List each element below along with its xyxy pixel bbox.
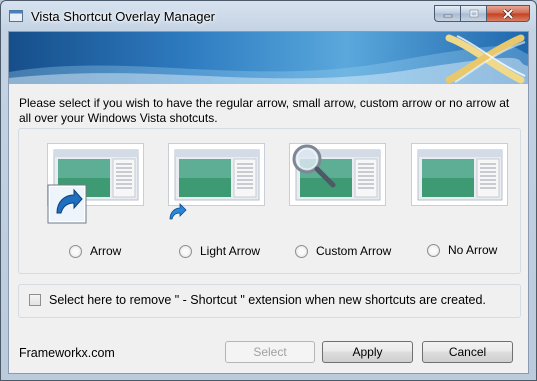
option-custom-arrow[interactable] bbox=[289, 143, 387, 234]
arrow-options-group: Arrow Light Arrow Custom Arrow No Arrow bbox=[18, 128, 521, 274]
dialog-window: Vista Shortcut Overlay Manager Please se… bbox=[0, 0, 537, 381]
header-banner bbox=[9, 32, 528, 84]
close-button[interactable] bbox=[486, 5, 530, 22]
maximize-button[interactable] bbox=[460, 5, 486, 22]
cancel-button[interactable]: Cancel bbox=[422, 341, 513, 363]
title-bar[interactable]: Vista Shortcut Overlay Manager bbox=[1, 1, 536, 31]
arrow-preview-thumbnail[interactable] bbox=[47, 143, 144, 229]
instructions-text: Please select if you wish to have the re… bbox=[19, 96, 510, 125]
dialog-client-area: Please select if you wish to have the re… bbox=[8, 31, 529, 374]
select-button[interactable]: Select bbox=[225, 341, 315, 363]
radio-button-light-arrow[interactable] bbox=[179, 244, 192, 258]
framework-logo-icon bbox=[445, 34, 526, 84]
arrow-icon bbox=[47, 184, 87, 224]
radio-label-no-arrow: No Arrow bbox=[448, 243, 498, 257]
no-arrow-preview-thumbnail[interactable] bbox=[411, 143, 508, 229]
light-arrow-icon bbox=[169, 203, 187, 220]
remove-extension-checkbox[interactable] bbox=[29, 294, 41, 306]
app-icon bbox=[9, 10, 23, 22]
close-icon bbox=[502, 8, 514, 19]
minimize-icon bbox=[443, 14, 452, 17]
option-no-arrow[interactable] bbox=[411, 143, 509, 234]
minimize-button[interactable] bbox=[434, 5, 460, 22]
radio-label-custom-arrow: Custom Arrow bbox=[316, 244, 392, 258]
radio-no-arrow[interactable]: No Arrow bbox=[427, 243, 497, 257]
radio-label-arrow: Arrow bbox=[90, 244, 122, 258]
radio-arrow[interactable]: Arrow bbox=[69, 244, 121, 258]
window-title: Vista Shortcut Overlay Manager bbox=[31, 9, 216, 24]
radio-light-arrow[interactable]: Light Arrow bbox=[179, 244, 260, 258]
remove-extension-label[interactable]: Select here to remove " - Shortcut " ext… bbox=[49, 293, 486, 307]
apply-button[interactable]: Apply bbox=[322, 341, 413, 363]
option-arrow[interactable] bbox=[47, 143, 145, 234]
radio-button-custom-arrow[interactable] bbox=[295, 244, 308, 258]
light-arrow-preview-thumbnail[interactable] bbox=[168, 143, 265, 229]
radio-label-light-arrow: Light Arrow bbox=[200, 244, 261, 258]
radio-button-no-arrow[interactable] bbox=[427, 243, 440, 257]
option-light-arrow[interactable] bbox=[168, 143, 266, 234]
maximize-icon bbox=[469, 9, 478, 18]
remove-extension-group: Select here to remove " - Shortcut " ext… bbox=[18, 284, 521, 318]
custom-arrow-preview-thumbnail[interactable] bbox=[289, 143, 386, 229]
brand-text: Frameworkx.com bbox=[19, 346, 115, 360]
radio-custom-arrow[interactable]: Custom Arrow bbox=[295, 244, 391, 258]
radio-button-arrow[interactable] bbox=[69, 244, 82, 258]
